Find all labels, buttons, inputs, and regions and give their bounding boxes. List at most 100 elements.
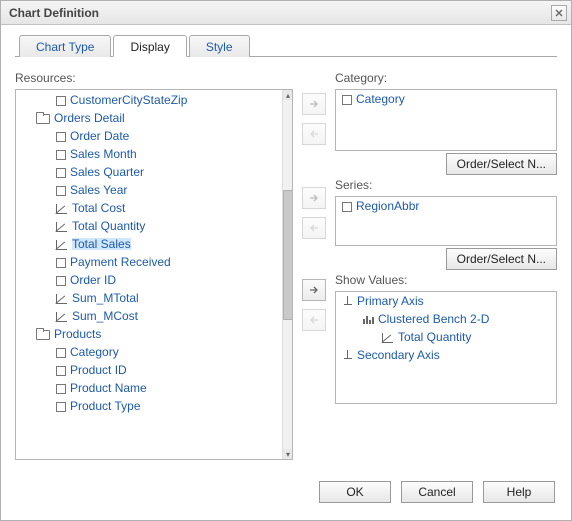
resources-section: Resources: CustomerCityStateZip Orders D… xyxy=(15,71,293,460)
right-column: Category: Category Order/Select N... Ser… xyxy=(335,71,557,460)
close-button[interactable] xyxy=(551,5,567,21)
add-series-button[interactable] xyxy=(302,187,326,209)
arrow-left-icon xyxy=(308,223,320,233)
add-category-button[interactable] xyxy=(302,93,326,115)
tree-item-label: Sales Month xyxy=(70,148,137,160)
category-label: Category: xyxy=(335,71,557,85)
list-item-label: RegionAbbr xyxy=(356,200,419,212)
titlebar: Chart Definition xyxy=(1,1,571,25)
tree-item-label: Sum_MCost xyxy=(72,310,138,322)
transfer-buttons xyxy=(301,71,327,460)
remove-category-button[interactable] xyxy=(302,123,326,145)
arrow-right-icon xyxy=(308,193,320,203)
add-value-button[interactable] xyxy=(302,279,326,301)
tree-item-label: Total Quantity xyxy=(398,331,471,343)
arrow-right-icon xyxy=(308,99,320,109)
tree-item-label: Category xyxy=(70,346,119,358)
tree-item-label: CustomerCityStateZip xyxy=(70,94,187,106)
dialog-title: Chart Definition xyxy=(9,6,99,20)
scroll-thumb[interactable] xyxy=(283,190,293,320)
series-list[interactable]: RegionAbbr xyxy=(335,196,557,246)
tree-item[interactable]: Clustered Bench 2-D xyxy=(336,310,556,328)
remove-value-button[interactable] xyxy=(302,309,326,331)
field-icon xyxy=(56,366,66,376)
arrow-right-icon xyxy=(308,285,320,295)
tree-item[interactable]: Product Name xyxy=(16,379,282,397)
show-values-tree[interactable]: Primary Axis Clustered Bench 2-D Total Q… xyxy=(335,291,557,404)
measure-icon xyxy=(56,311,68,322)
field-icon xyxy=(56,96,66,106)
axis-icon xyxy=(342,350,353,361)
tree-item[interactable]: Total Quantity xyxy=(16,217,282,235)
tree-item-label: Clustered Bench 2-D xyxy=(378,313,489,325)
list-item[interactable]: Category xyxy=(336,90,556,108)
show-values-section: Show Values: Primary Axis Clustered Benc… xyxy=(335,273,557,460)
tree-item[interactable]: Order Date xyxy=(16,127,282,145)
show-values-label: Show Values: xyxy=(335,273,557,287)
close-icon xyxy=(555,9,563,17)
tree-item[interactable]: Primary Axis xyxy=(336,292,556,310)
category-list[interactable]: Category xyxy=(335,89,557,151)
remove-series-button[interactable] xyxy=(302,217,326,239)
resources-tree[interactable]: CustomerCityStateZip Orders Detail Order… xyxy=(15,89,293,460)
field-icon xyxy=(56,168,66,178)
tree-item[interactable]: Category xyxy=(16,343,282,361)
list-item-label: Category xyxy=(356,93,405,105)
arrow-left-icon xyxy=(308,315,320,325)
tree-item[interactable]: Sales Quarter xyxy=(16,163,282,181)
tabs: Chart Type Display Style xyxy=(19,35,557,57)
measure-icon xyxy=(56,203,68,214)
tree-item[interactable]: Total Sales xyxy=(16,235,282,253)
ok-button[interactable]: OK xyxy=(319,481,391,503)
folder-icon xyxy=(36,112,50,124)
tree-item-label: Secondary Axis xyxy=(357,349,440,361)
field-icon xyxy=(56,348,66,358)
tree-item[interactable]: Sum_MCost xyxy=(16,307,282,325)
axis-icon xyxy=(342,296,353,307)
tree-item[interactable]: Products xyxy=(16,325,282,343)
tree-item[interactable]: Product ID xyxy=(16,361,282,379)
tree-item[interactable]: Total Quantity xyxy=(336,328,556,346)
resources-label: Resources: xyxy=(15,71,293,85)
tree-item[interactable]: CustomerCityStateZip xyxy=(16,91,282,109)
tree-item-label: Sales Quarter xyxy=(70,166,144,178)
tab-chart-type[interactable]: Chart Type xyxy=(19,35,111,57)
tree-item-label: Product Type xyxy=(70,400,141,412)
help-button[interactable]: Help xyxy=(483,481,555,503)
tree-item[interactable]: Sales Month xyxy=(16,145,282,163)
tree-item[interactable]: Sum_MTotal xyxy=(16,289,282,307)
tree-item-label: Sum_MTotal xyxy=(72,292,139,304)
tree-item[interactable]: Payment Received xyxy=(16,253,282,271)
tree-item[interactable]: Order ID xyxy=(16,271,282,289)
scrollbar[interactable]: ▴ ▾ xyxy=(282,90,292,459)
scroll-up-icon[interactable]: ▴ xyxy=(283,90,293,100)
tree-item-label: Total Quantity xyxy=(72,220,145,232)
measure-icon xyxy=(56,293,68,304)
tree-item-label: Product ID xyxy=(70,364,127,376)
tree-item-label: Products xyxy=(54,328,101,340)
measure-icon xyxy=(56,221,68,232)
category-order-button[interactable]: Order/Select N... xyxy=(446,153,557,175)
scroll-down-icon[interactable]: ▾ xyxy=(283,449,293,459)
field-icon xyxy=(342,202,352,212)
cancel-button[interactable]: Cancel xyxy=(401,481,473,503)
tree-item[interactable]: Total Cost xyxy=(16,199,282,217)
field-icon xyxy=(56,186,66,196)
tree-item[interactable]: Orders Detail xyxy=(16,109,282,127)
tab-display[interactable]: Display xyxy=(113,35,186,57)
field-icon xyxy=(56,384,66,394)
measure-icon xyxy=(382,332,394,343)
field-icon xyxy=(56,150,66,160)
tab-style[interactable]: Style xyxy=(189,35,250,57)
tree-item[interactable]: Sales Year xyxy=(16,181,282,199)
field-icon xyxy=(56,402,66,412)
dialog-footer: OK Cancel Help xyxy=(1,472,571,520)
tree-item[interactable]: Secondary Axis xyxy=(336,346,556,364)
tree-item[interactable]: Product Type xyxy=(16,397,282,415)
series-order-button[interactable]: Order/Select N... xyxy=(446,248,557,270)
list-item[interactable]: RegionAbbr xyxy=(336,197,556,215)
arrow-left-icon xyxy=(308,129,320,139)
measure-icon xyxy=(56,239,68,250)
tree-item-label: Total Sales xyxy=(72,238,131,250)
field-icon xyxy=(56,258,66,268)
